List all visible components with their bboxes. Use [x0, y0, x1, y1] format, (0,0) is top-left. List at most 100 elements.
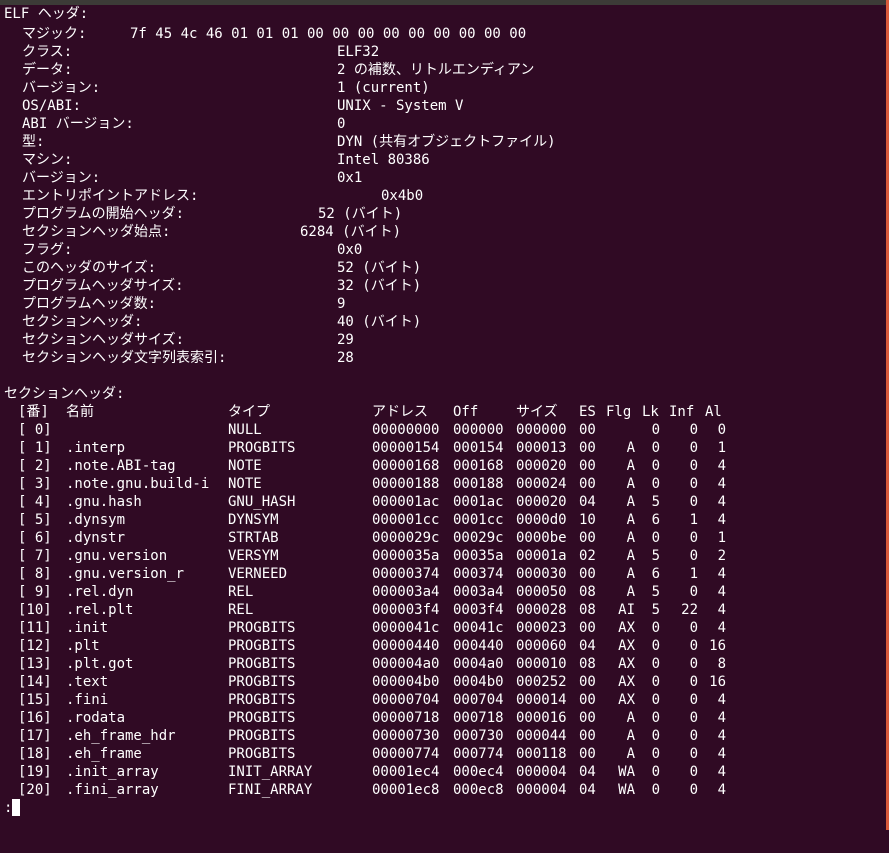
cell-info: 0: [689, 584, 698, 600]
cell-nr: [16]: [18, 710, 52, 726]
cell-address: 0000041c: [372, 620, 440, 636]
elf-header-machine: マシン: Intel 80386: [4, 151, 430, 169]
field-label: クラス:: [22, 44, 73, 60]
cell-name: .note.gnu.build-i: [66, 476, 210, 492]
field-label: エントリポイントアドレス:: [22, 188, 199, 204]
cell-flags: A: [626, 728, 635, 744]
cell-align: 0: [717, 422, 726, 438]
cell-size: 0000be: [516, 530, 567, 546]
cell-type: REL: [228, 602, 254, 618]
cell-es: 00: [579, 710, 596, 726]
cell-name: .interp: [66, 440, 126, 456]
field-value: 0x1: [337, 170, 363, 186]
cell-link: 0: [651, 692, 660, 708]
cell-nr: [ 7]: [18, 548, 52, 564]
cell-info: 0: [689, 440, 698, 456]
cell-info: 0: [689, 620, 698, 636]
cell-offset: 000374: [453, 566, 504, 582]
field-value: 6284 (バイト): [300, 224, 402, 240]
cell-name: .note.ABI-tag: [66, 458, 176, 474]
field-label: ABI バージョン:: [22, 116, 134, 132]
cell-offset: 0003f4: [453, 602, 504, 618]
cell-name: .rel.plt: [66, 602, 134, 618]
cell-link: 5: [651, 584, 660, 600]
cell-flags: AX: [618, 692, 635, 708]
cell-type: NOTE: [228, 476, 262, 492]
cell-nr: [12]: [18, 638, 52, 654]
cell-info: 0: [689, 548, 698, 564]
section-headers-title-text: セクションヘッダ:: [4, 386, 125, 402]
cell-flags: AX: [618, 620, 635, 636]
cell-address: 00001ec4: [372, 764, 440, 780]
cell-link: 0: [651, 764, 660, 780]
field-label: OS/ABI:: [22, 98, 82, 114]
cell-address: 00000000: [372, 422, 440, 438]
field-label: セクションヘッダサイズ:: [22, 332, 185, 348]
cell-offset: 000440: [453, 638, 504, 654]
field-label: セクションヘッダ文字列表索引:: [22, 350, 227, 366]
cell-size: 000020: [516, 458, 567, 474]
elf-header-magic: マジック: 7f 45 4c 46 01 01 01 00 00 00 00 0…: [4, 25, 526, 43]
cell-es: 00: [579, 746, 596, 762]
cell-link: 6: [651, 512, 660, 528]
cell-align: 2: [717, 548, 726, 564]
cell-nr: [14]: [18, 674, 52, 690]
field-label: マジック:: [22, 26, 87, 42]
cell-nr: [ 8]: [18, 566, 52, 582]
cell-align: 4: [717, 602, 726, 618]
cell-align: 4: [717, 764, 726, 780]
field-value: 0x4b0: [381, 188, 424, 204]
cell-link: 0: [651, 422, 660, 438]
cell-name: .fini_array: [66, 782, 159, 798]
cell-info: 0: [689, 782, 698, 798]
cell-flags: A: [626, 512, 635, 528]
cell-size: 000252: [516, 674, 567, 690]
cell-size: 000004: [516, 764, 567, 780]
field-label: セクションヘッダ:: [22, 314, 143, 330]
cell-size: 000020: [516, 494, 567, 510]
cell-info: 0: [689, 458, 698, 474]
cell-offset: 000730: [453, 728, 504, 744]
cell-address: 00000718: [372, 710, 440, 726]
cell-offset: 0004b0: [453, 674, 504, 690]
cell-size: 000050: [516, 584, 567, 600]
cell-align: 4: [717, 584, 726, 600]
cell-type: GNU_HASH: [228, 494, 296, 510]
cell-nr: [ 6]: [18, 530, 52, 546]
cell-nr: [17]: [18, 728, 52, 744]
cell-link: 0: [651, 746, 660, 762]
cell-info: 0: [689, 692, 698, 708]
cell-offset: 000704: [453, 692, 504, 708]
cell-link: 0: [651, 530, 660, 546]
field-label: マシン:: [22, 152, 73, 168]
cell-info: 0: [689, 494, 698, 510]
elf-header-sh-size: セクションヘッダ: 40 (バイト): [4, 313, 421, 331]
cell-es: 00: [579, 692, 596, 708]
cell-flags: A: [626, 710, 635, 726]
elf-header-sh-start: セクションヘッダ始点: 6284 (バイト): [4, 223, 401, 241]
cell-flags: A: [626, 476, 635, 492]
cell-es: 00: [579, 440, 596, 456]
cell-name: .rel.dyn: [66, 584, 134, 600]
col-header-address: アドレス: [372, 404, 428, 420]
cell-address: 00000374: [372, 566, 440, 582]
cell-offset: 00035a: [453, 548, 504, 564]
cell-offset: 000000: [453, 422, 504, 438]
col-header-off: Off: [453, 404, 479, 420]
cell-align: 16: [709, 674, 726, 690]
cell-flags: AX: [618, 656, 635, 672]
field-label: セクションヘッダ始点:: [22, 224, 171, 240]
elf-header-type: 型: DYN (共有オブジェクトファイル): [4, 133, 556, 151]
cell-link: 0: [651, 656, 660, 672]
cell-type: INIT_ARRAY: [228, 764, 313, 780]
cell-flags: A: [626, 440, 635, 456]
pager-prompt[interactable]: :: [4, 799, 38, 817]
cell-link: 0: [651, 728, 660, 744]
cell-type: DYNSYM: [228, 512, 279, 528]
cell-link: 0: [651, 620, 660, 636]
cell-size: 000014: [516, 692, 567, 708]
cell-size: 000030: [516, 566, 567, 582]
text-cursor: [12, 799, 20, 816]
terminal-output[interactable]: ELF ヘッダ: マジック: 7f 45 4c 46 01 01 01 00 0…: [0, 5, 884, 830]
cell-es: 04: [579, 494, 596, 510]
